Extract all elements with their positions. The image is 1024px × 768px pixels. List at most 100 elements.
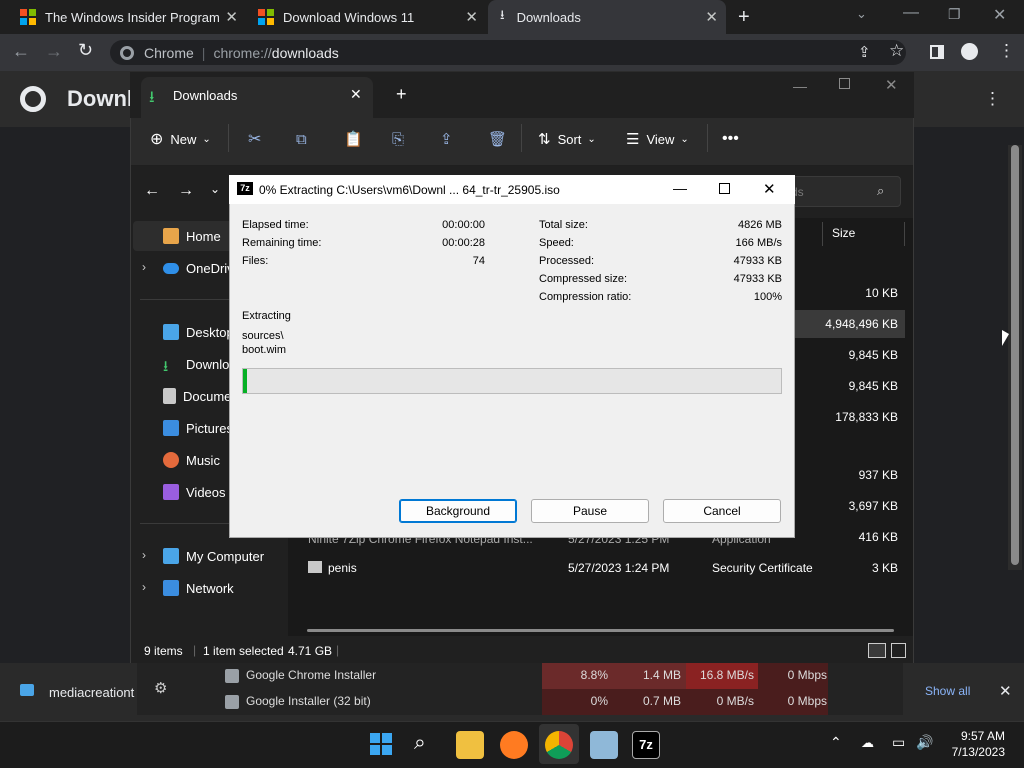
pause-button[interactable]: Pause xyxy=(531,499,649,523)
resource-monitor-icon[interactable] xyxy=(590,731,618,759)
sevenzip-taskbar-icon[interactable]: 7z xyxy=(632,731,660,759)
nav-item-network[interactable]: Network xyxy=(163,574,234,602)
process-row[interactable]: Google Chrome Installer 8.8% 1.4 MB 16.8… xyxy=(137,663,903,689)
side-panel-icon[interactable] xyxy=(930,45,944,59)
reload-icon[interactable]: ↻ xyxy=(78,40,93,61)
clock-date[interactable]: 7/13/2023 xyxy=(945,745,1005,759)
close-shelf-icon[interactable]: ✕ xyxy=(999,682,1012,700)
sort-button[interactable]: ⇅ Sort ⌄ xyxy=(538,128,596,150)
profile-avatar-icon[interactable] xyxy=(961,43,978,60)
copy-icon[interactable]: ⧉ xyxy=(296,128,307,150)
cut-icon[interactable]: ✂ xyxy=(248,128,261,150)
view-icon: ☰ xyxy=(626,131,640,148)
back-icon[interactable]: ← xyxy=(144,182,160,200)
scrollbar-thumb[interactable] xyxy=(1011,145,1019,565)
recent-locations-icon[interactable]: ⌄ xyxy=(210,182,220,196)
nav-item-home[interactable]: Home xyxy=(163,222,221,250)
rename-icon[interactable]: ⎘ xyxy=(392,128,404,150)
close-tab-icon[interactable]: ✕ xyxy=(465,8,478,26)
tiles-view-icon[interactable] xyxy=(891,643,906,658)
file-size: 3,697 KB xyxy=(848,499,898,513)
new-tab-icon[interactable]: + xyxy=(396,84,407,105)
view-button[interactable]: ☰ View ⌄ xyxy=(626,128,689,150)
file-explorer-icon[interactable] xyxy=(456,731,484,759)
tab-windows-insider[interactable]: The Windows Insider Program ✕ xyxy=(8,0,246,34)
close-tab-icon[interactable]: ✕ xyxy=(225,8,238,26)
details-view-icon[interactable] xyxy=(868,643,886,658)
minimize-icon[interactable]: — xyxy=(673,180,687,196)
nav-item-documents[interactable]: Docume xyxy=(163,382,231,410)
search-input[interactable]: ds ⌕ xyxy=(780,176,901,207)
download-item-name[interactable]: mediacreationt xyxy=(49,685,137,700)
status-selected-size: 4.71 GB xyxy=(288,644,333,658)
share-icon[interactable]: ⇪ xyxy=(858,43,871,61)
process-row[interactable]: Google Installer (32 bit) 0% 0.7 MB 0 MB… xyxy=(137,689,903,715)
close-tab-icon[interactable]: ✕ xyxy=(350,86,362,103)
close-window-icon[interactable]: ✕ xyxy=(763,180,776,198)
horizontal-scrollbar[interactable] xyxy=(307,629,894,632)
file-size: 416 KB xyxy=(858,530,898,544)
network-icon xyxy=(163,580,179,596)
network-icon[interactable]: ▭ xyxy=(892,734,905,751)
delete-icon[interactable]: 🗑 xyxy=(488,128,507,150)
tab-search-icon[interactable]: ⌄ xyxy=(856,6,867,22)
nav-item-music[interactable]: Music xyxy=(163,446,220,474)
new-tab-icon[interactable]: + xyxy=(738,6,750,29)
show-hidden-icons-icon[interactable]: ⌃ xyxy=(830,734,842,751)
more-options-icon[interactable]: ••• xyxy=(722,128,739,150)
forward-icon[interactable]: → xyxy=(45,41,63,62)
minimize-icon[interactable]: — xyxy=(903,4,919,22)
chrome-icon[interactable] xyxy=(545,731,573,759)
maximize-icon[interactable] xyxy=(719,183,730,194)
chevron-right-icon[interactable]: › xyxy=(142,260,146,274)
omnibox[interactable]: Chrome | chrome:// downloads xyxy=(110,40,906,65)
background-button[interactable]: Background xyxy=(399,499,517,523)
chevron-down-icon: ⌄ xyxy=(202,133,211,145)
paste-icon[interactable]: 📋 xyxy=(344,128,363,150)
chevron-right-icon[interactable]: › xyxy=(142,580,146,594)
column-header-size[interactable]: Size xyxy=(832,226,855,240)
processed-value: 47933 KB xyxy=(733,255,782,267)
cancel-button[interactable]: Cancel xyxy=(663,499,781,523)
nav-item-pictures[interactable]: Pictures xyxy=(163,414,233,442)
bookmark-star-icon[interactable]: ☆ xyxy=(889,41,904,61)
nav-item-onedrive[interactable]: OneDriv xyxy=(163,254,234,282)
back-icon[interactable]: ← xyxy=(12,41,30,62)
show-all-link[interactable]: Show all xyxy=(925,684,970,698)
nav-item-my-computer[interactable]: My Computer xyxy=(163,542,264,570)
cloud-offline-icon[interactable]: ☁ xyxy=(861,735,874,751)
tab-downloads[interactable]: ⭳ Downloads ✕ xyxy=(488,0,726,34)
explorer-tab-title: Downloads xyxy=(173,88,238,103)
close-tab-icon[interactable]: ✕ xyxy=(705,8,718,26)
chrome-menu-icon[interactable]: ⋮ xyxy=(998,41,1015,61)
file-name[interactable]: penis xyxy=(328,561,357,575)
tab-download-windows[interactable]: Download Windows 11 ✕ xyxy=(248,0,486,34)
explorer-tab[interactable]: ⭳ Downloads ✕ xyxy=(141,77,373,118)
compression-ratio-label: Compression ratio: xyxy=(539,291,632,303)
nav-item-videos[interactable]: Videos xyxy=(163,478,226,506)
close-window-icon[interactable]: ✕ xyxy=(885,76,898,94)
volume-icon[interactable]: 🔊 xyxy=(916,734,933,751)
share-icon[interactable]: ⇪ xyxy=(440,128,453,150)
maximize-icon[interactable] xyxy=(839,78,850,89)
new-button[interactable]: ⊕ New ⌄ xyxy=(150,128,211,150)
home-icon xyxy=(163,228,179,244)
close-window-icon[interactable]: ✕ xyxy=(993,5,1006,25)
restore-icon[interactable]: ❐ xyxy=(948,6,961,23)
new-button-label: New xyxy=(170,131,197,147)
process-disk: 16.8 MB/s xyxy=(699,668,754,682)
firefox-icon[interactable] xyxy=(500,731,528,759)
remaining-time-value: 00:00:28 xyxy=(442,237,485,249)
file-size: 9,845 KB xyxy=(848,348,898,362)
clock-time[interactable]: 9:57 AM xyxy=(945,729,1005,743)
chevron-right-icon[interactable]: › xyxy=(142,548,146,562)
nav-item-desktop[interactable]: Desktop xyxy=(163,318,234,346)
minimize-icon[interactable]: — xyxy=(793,78,807,94)
remaining-time-label: Remaining time: xyxy=(242,237,322,249)
view-button-label: View xyxy=(646,131,675,147)
forward-icon[interactable]: → xyxy=(178,182,194,200)
start-button-icon[interactable] xyxy=(370,733,392,755)
downloads-menu-icon[interactable]: ⋮ xyxy=(984,89,1001,109)
search-icon[interactable]: ⌕ xyxy=(414,731,426,755)
nav-item-downloads[interactable]: ⭳ Downloa xyxy=(163,350,237,378)
